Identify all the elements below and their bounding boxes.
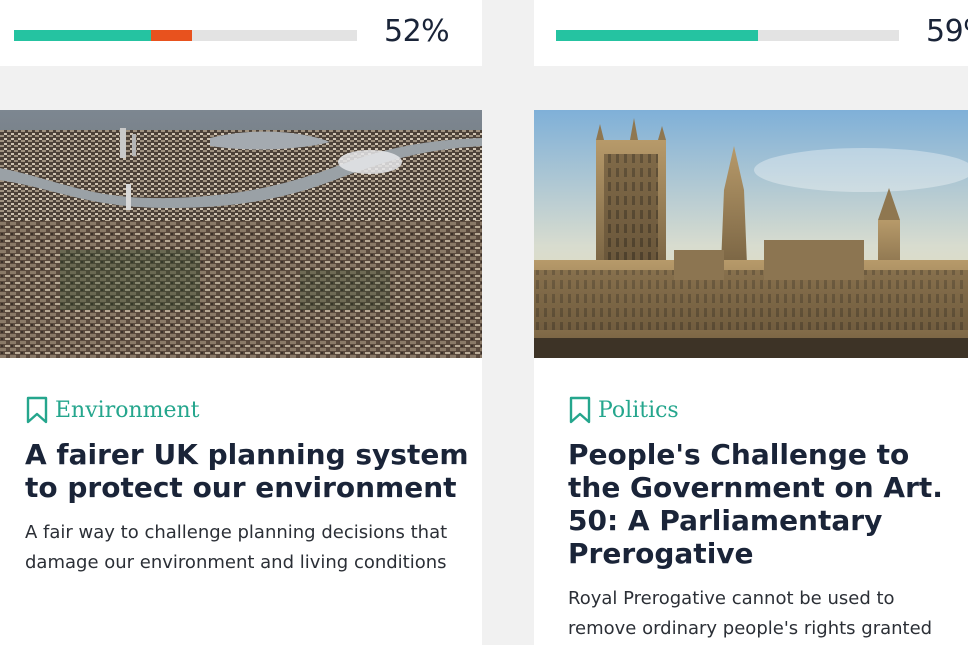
bookmark-icon	[25, 396, 49, 424]
card-body: Environment A fairer UK planning system …	[25, 396, 472, 578]
progress-bar	[14, 30, 357, 41]
bookmark-icon	[568, 396, 592, 424]
progress-card: 52%	[0, 0, 482, 66]
category-tag[interactable]: Politics	[568, 396, 958, 424]
aerial-city-river-photo[interactable]	[0, 110, 482, 358]
parliament-building-photo[interactable]	[534, 110, 968, 358]
progress-percent: 59%	[926, 14, 968, 49]
campaign-column-1: 52% Environment A fairer UK planning sys…	[0, 0, 482, 645]
progress-fill	[14, 30, 152, 41]
campaign-title[interactable]: People's Challenge to the Government on …	[568, 438, 958, 570]
campaign-card[interactable]: Environment A fairer UK planning system …	[0, 110, 482, 645]
category-tag[interactable]: Environment	[25, 396, 472, 424]
progress-percent: 52%	[384, 14, 450, 49]
progress-card: 59%	[534, 0, 968, 66]
progress-fill	[556, 30, 759, 41]
campaign-summary: A fair way to challenge planning decisio…	[25, 522, 448, 573]
campaign-column-2: 59%	[534, 0, 968, 645]
campaign-card[interactable]: Politics People's Challenge to the Gover…	[534, 110, 968, 645]
campaign-title[interactable]: A fairer UK planning system to protect o…	[25, 438, 472, 504]
progress-extra-fill	[151, 30, 193, 41]
category-label: Politics	[598, 397, 679, 423]
card-body: Politics People's Challenge to the Gover…	[568, 396, 958, 645]
category-label: Environment	[55, 397, 200, 423]
progress-bar	[556, 30, 899, 41]
campaign-summary: Royal Prerogative cannot be used to remo…	[568, 588, 933, 639]
